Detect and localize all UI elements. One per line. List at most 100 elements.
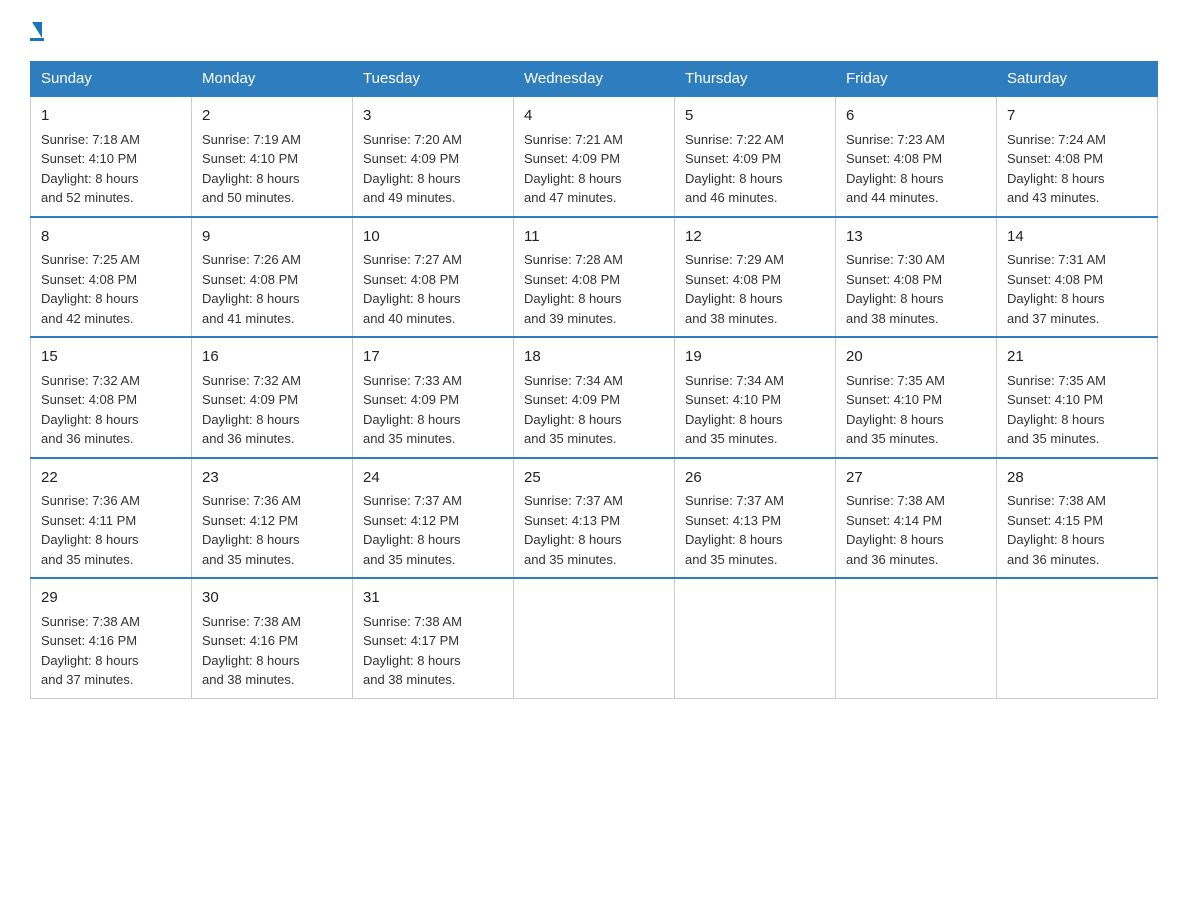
header-friday: Friday bbox=[836, 62, 997, 97]
day-info: Sunrise: 7:34 AMSunset: 4:09 PMDaylight:… bbox=[524, 373, 623, 447]
day-number: 12 bbox=[685, 226, 825, 249]
day-number: 16 bbox=[202, 346, 342, 369]
calendar-cell: 22 Sunrise: 7:36 AMSunset: 4:11 PMDayligh… bbox=[31, 458, 192, 579]
calendar-cell: 21 Sunrise: 7:35 AMSunset: 4:10 PMDayligh… bbox=[997, 337, 1158, 458]
day-info: Sunrise: 7:38 AMSunset: 4:15 PMDaylight:… bbox=[1007, 493, 1106, 567]
calendar-cell: 2Sunrise: 7:19 AMSunset: 4:10 PMDaylight… bbox=[192, 96, 353, 217]
day-number: 6 bbox=[846, 105, 986, 128]
day-info: Sunrise: 7:37 AMSunset: 4:13 PMDaylight:… bbox=[524, 493, 623, 567]
day-number: 23 bbox=[202, 467, 342, 490]
day-info: Sunrise: 7:24 AMSunset: 4:08 PMDaylight:… bbox=[1007, 132, 1106, 206]
calendar-cell: 16 Sunrise: 7:32 AMSunset: 4:09 PMDayligh… bbox=[192, 337, 353, 458]
day-number: 19 bbox=[685, 346, 825, 369]
calendar-cell: 31 Sunrise: 7:38 AMSunset: 4:17 PMDayligh… bbox=[353, 578, 514, 698]
day-info: Sunrise: 7:31 AMSunset: 4:08 PMDaylight:… bbox=[1007, 252, 1106, 326]
logo-arrow-icon bbox=[32, 22, 42, 38]
calendar-cell: 6 Sunrise: 7:23 AMSunset: 4:08 PMDaylight… bbox=[836, 96, 997, 217]
day-info: Sunrise: 7:38 AMSunset: 4:16 PMDaylight:… bbox=[41, 614, 140, 688]
day-number: 15 bbox=[41, 346, 181, 369]
day-number: 11 bbox=[524, 226, 664, 249]
calendar-header-row: SundayMondayTuesdayWednesdayThursdayFrid… bbox=[31, 62, 1158, 97]
calendar-cell: 13 Sunrise: 7:30 AMSunset: 4:08 PMDayligh… bbox=[836, 217, 997, 338]
day-number: 26 bbox=[685, 467, 825, 490]
calendar-cell: 25Sunrise: 7:37 AMSunset: 4:13 PMDayligh… bbox=[514, 458, 675, 579]
day-info: Sunrise: 7:26 AMSunset: 4:08 PMDaylight:… bbox=[202, 252, 301, 326]
calendar-cell bbox=[997, 578, 1158, 698]
day-info: Sunrise: 7:32 AMSunset: 4:09 PMDaylight:… bbox=[202, 373, 301, 447]
day-number: 18 bbox=[524, 346, 664, 369]
week-row-4: 22 Sunrise: 7:36 AMSunset: 4:11 PMDayligh… bbox=[31, 458, 1158, 579]
day-number: 14 bbox=[1007, 226, 1147, 249]
calendar-cell: 17 Sunrise: 7:33 AMSunset: 4:09 PMDayligh… bbox=[353, 337, 514, 458]
header-tuesday: Tuesday bbox=[353, 62, 514, 97]
day-info: Sunrise: 7:35 AMSunset: 4:10 PMDaylight:… bbox=[846, 373, 945, 447]
calendar-cell: 4 Sunrise: 7:21 AMSunset: 4:09 PMDaylight… bbox=[514, 96, 675, 217]
calendar-cell: 28Sunrise: 7:38 AMSunset: 4:15 PMDayligh… bbox=[997, 458, 1158, 579]
day-number: 30 bbox=[202, 587, 342, 610]
day-info: Sunrise: 7:27 AMSunset: 4:08 PMDaylight:… bbox=[363, 252, 462, 326]
calendar-cell: 20 Sunrise: 7:35 AMSunset: 4:10 PMDayligh… bbox=[836, 337, 997, 458]
day-info: Sunrise: 7:23 AMSunset: 4:08 PMDaylight:… bbox=[846, 132, 945, 206]
calendar-cell: 5 Sunrise: 7:22 AMSunset: 4:09 PMDaylight… bbox=[675, 96, 836, 217]
calendar-cell: 15 Sunrise: 7:32 AMSunset: 4:08 PMDayligh… bbox=[31, 337, 192, 458]
calendar-cell: 14 Sunrise: 7:31 AMSunset: 4:08 PMDayligh… bbox=[997, 217, 1158, 338]
header-monday: Monday bbox=[192, 62, 353, 97]
calendar-cell bbox=[836, 578, 997, 698]
header-thursday: Thursday bbox=[675, 62, 836, 97]
day-info: Sunrise: 7:38 AMSunset: 4:16 PMDaylight:… bbox=[202, 614, 301, 688]
day-info: Sunrise: 7:38 AMSunset: 4:14 PMDaylight:… bbox=[846, 493, 945, 567]
week-row-1: 1 Sunrise: 7:18 AMSunset: 4:10 PMDaylight… bbox=[31, 96, 1158, 217]
calendar-cell bbox=[514, 578, 675, 698]
day-number: 17 bbox=[363, 346, 503, 369]
day-number: 5 bbox=[685, 105, 825, 128]
calendar-cell: 7 Sunrise: 7:24 AMSunset: 4:08 PMDaylight… bbox=[997, 96, 1158, 217]
week-row-5: 29Sunrise: 7:38 AMSunset: 4:16 PMDayligh… bbox=[31, 578, 1158, 698]
calendar-cell bbox=[675, 578, 836, 698]
day-info: Sunrise: 7:32 AMSunset: 4:08 PMDaylight:… bbox=[41, 373, 140, 447]
day-number: 24 bbox=[363, 467, 503, 490]
calendar-cell: 27Sunrise: 7:38 AMSunset: 4:14 PMDayligh… bbox=[836, 458, 997, 579]
calendar-cell: 12 Sunrise: 7:29 AMSunset: 4:08 PMDayligh… bbox=[675, 217, 836, 338]
day-number: 13 bbox=[846, 226, 986, 249]
week-row-3: 15 Sunrise: 7:32 AMSunset: 4:08 PMDayligh… bbox=[31, 337, 1158, 458]
day-info: Sunrise: 7:34 AMSunset: 4:10 PMDaylight:… bbox=[685, 373, 784, 447]
day-number: 31 bbox=[363, 587, 503, 610]
day-info: Sunrise: 7:35 AMSunset: 4:10 PMDaylight:… bbox=[1007, 373, 1106, 447]
logo bbox=[30, 20, 44, 41]
page-header bbox=[30, 20, 1158, 41]
day-info: Sunrise: 7:20 AMSunset: 4:09 PMDaylight:… bbox=[363, 132, 462, 206]
day-info: Sunrise: 7:28 AMSunset: 4:08 PMDaylight:… bbox=[524, 252, 623, 326]
calendar-cell: 9Sunrise: 7:26 AMSunset: 4:08 PMDaylight… bbox=[192, 217, 353, 338]
day-number: 8 bbox=[41, 226, 181, 249]
day-number: 1 bbox=[41, 105, 181, 128]
day-info: Sunrise: 7:36 AMSunset: 4:11 PMDaylight:… bbox=[41, 493, 140, 567]
day-info: Sunrise: 7:21 AMSunset: 4:09 PMDaylight:… bbox=[524, 132, 623, 206]
calendar-cell: 18 Sunrise: 7:34 AMSunset: 4:09 PMDayligh… bbox=[514, 337, 675, 458]
header-sunday: Sunday bbox=[31, 62, 192, 97]
calendar-cell: 24 Sunrise: 7:37 AMSunset: 4:12 PMDayligh… bbox=[353, 458, 514, 579]
calendar-cell: 3 Sunrise: 7:20 AMSunset: 4:09 PMDaylight… bbox=[353, 96, 514, 217]
day-number: 7 bbox=[1007, 105, 1147, 128]
day-info: Sunrise: 7:29 AMSunset: 4:08 PMDaylight:… bbox=[685, 252, 784, 326]
day-info: Sunrise: 7:30 AMSunset: 4:08 PMDaylight:… bbox=[846, 252, 945, 326]
day-info: Sunrise: 7:37 AMSunset: 4:12 PMDaylight:… bbox=[363, 493, 462, 567]
calendar-cell: 11 Sunrise: 7:28 AMSunset: 4:08 PMDayligh… bbox=[514, 217, 675, 338]
day-info: Sunrise: 7:18 AMSunset: 4:10 PMDaylight:… bbox=[41, 132, 140, 206]
day-info: Sunrise: 7:37 AMSunset: 4:13 PMDaylight:… bbox=[685, 493, 784, 567]
day-info: Sunrise: 7:33 AMSunset: 4:09 PMDaylight:… bbox=[363, 373, 462, 447]
day-info: Sunrise: 7:22 AMSunset: 4:09 PMDaylight:… bbox=[685, 132, 784, 206]
day-number: 22 bbox=[41, 467, 181, 490]
day-number: 21 bbox=[1007, 346, 1147, 369]
day-number: 20 bbox=[846, 346, 986, 369]
calendar-cell: 10 Sunrise: 7:27 AMSunset: 4:08 PMDayligh… bbox=[353, 217, 514, 338]
calendar-table: SundayMondayTuesdayWednesdayThursdayFrid… bbox=[30, 61, 1158, 699]
day-info: Sunrise: 7:38 AMSunset: 4:17 PMDaylight:… bbox=[363, 614, 462, 688]
calendar-cell: 1 Sunrise: 7:18 AMSunset: 4:10 PMDaylight… bbox=[31, 96, 192, 217]
week-row-2: 8 Sunrise: 7:25 AMSunset: 4:08 PMDaylight… bbox=[31, 217, 1158, 338]
day-info: Sunrise: 7:25 AMSunset: 4:08 PMDaylight:… bbox=[41, 252, 140, 326]
day-number: 10 bbox=[363, 226, 503, 249]
day-number: 3 bbox=[363, 105, 503, 128]
calendar-cell: 8 Sunrise: 7:25 AMSunset: 4:08 PMDaylight… bbox=[31, 217, 192, 338]
day-number: 4 bbox=[524, 105, 664, 128]
day-info: Sunrise: 7:19 AMSunset: 4:10 PMDaylight:… bbox=[202, 132, 301, 206]
